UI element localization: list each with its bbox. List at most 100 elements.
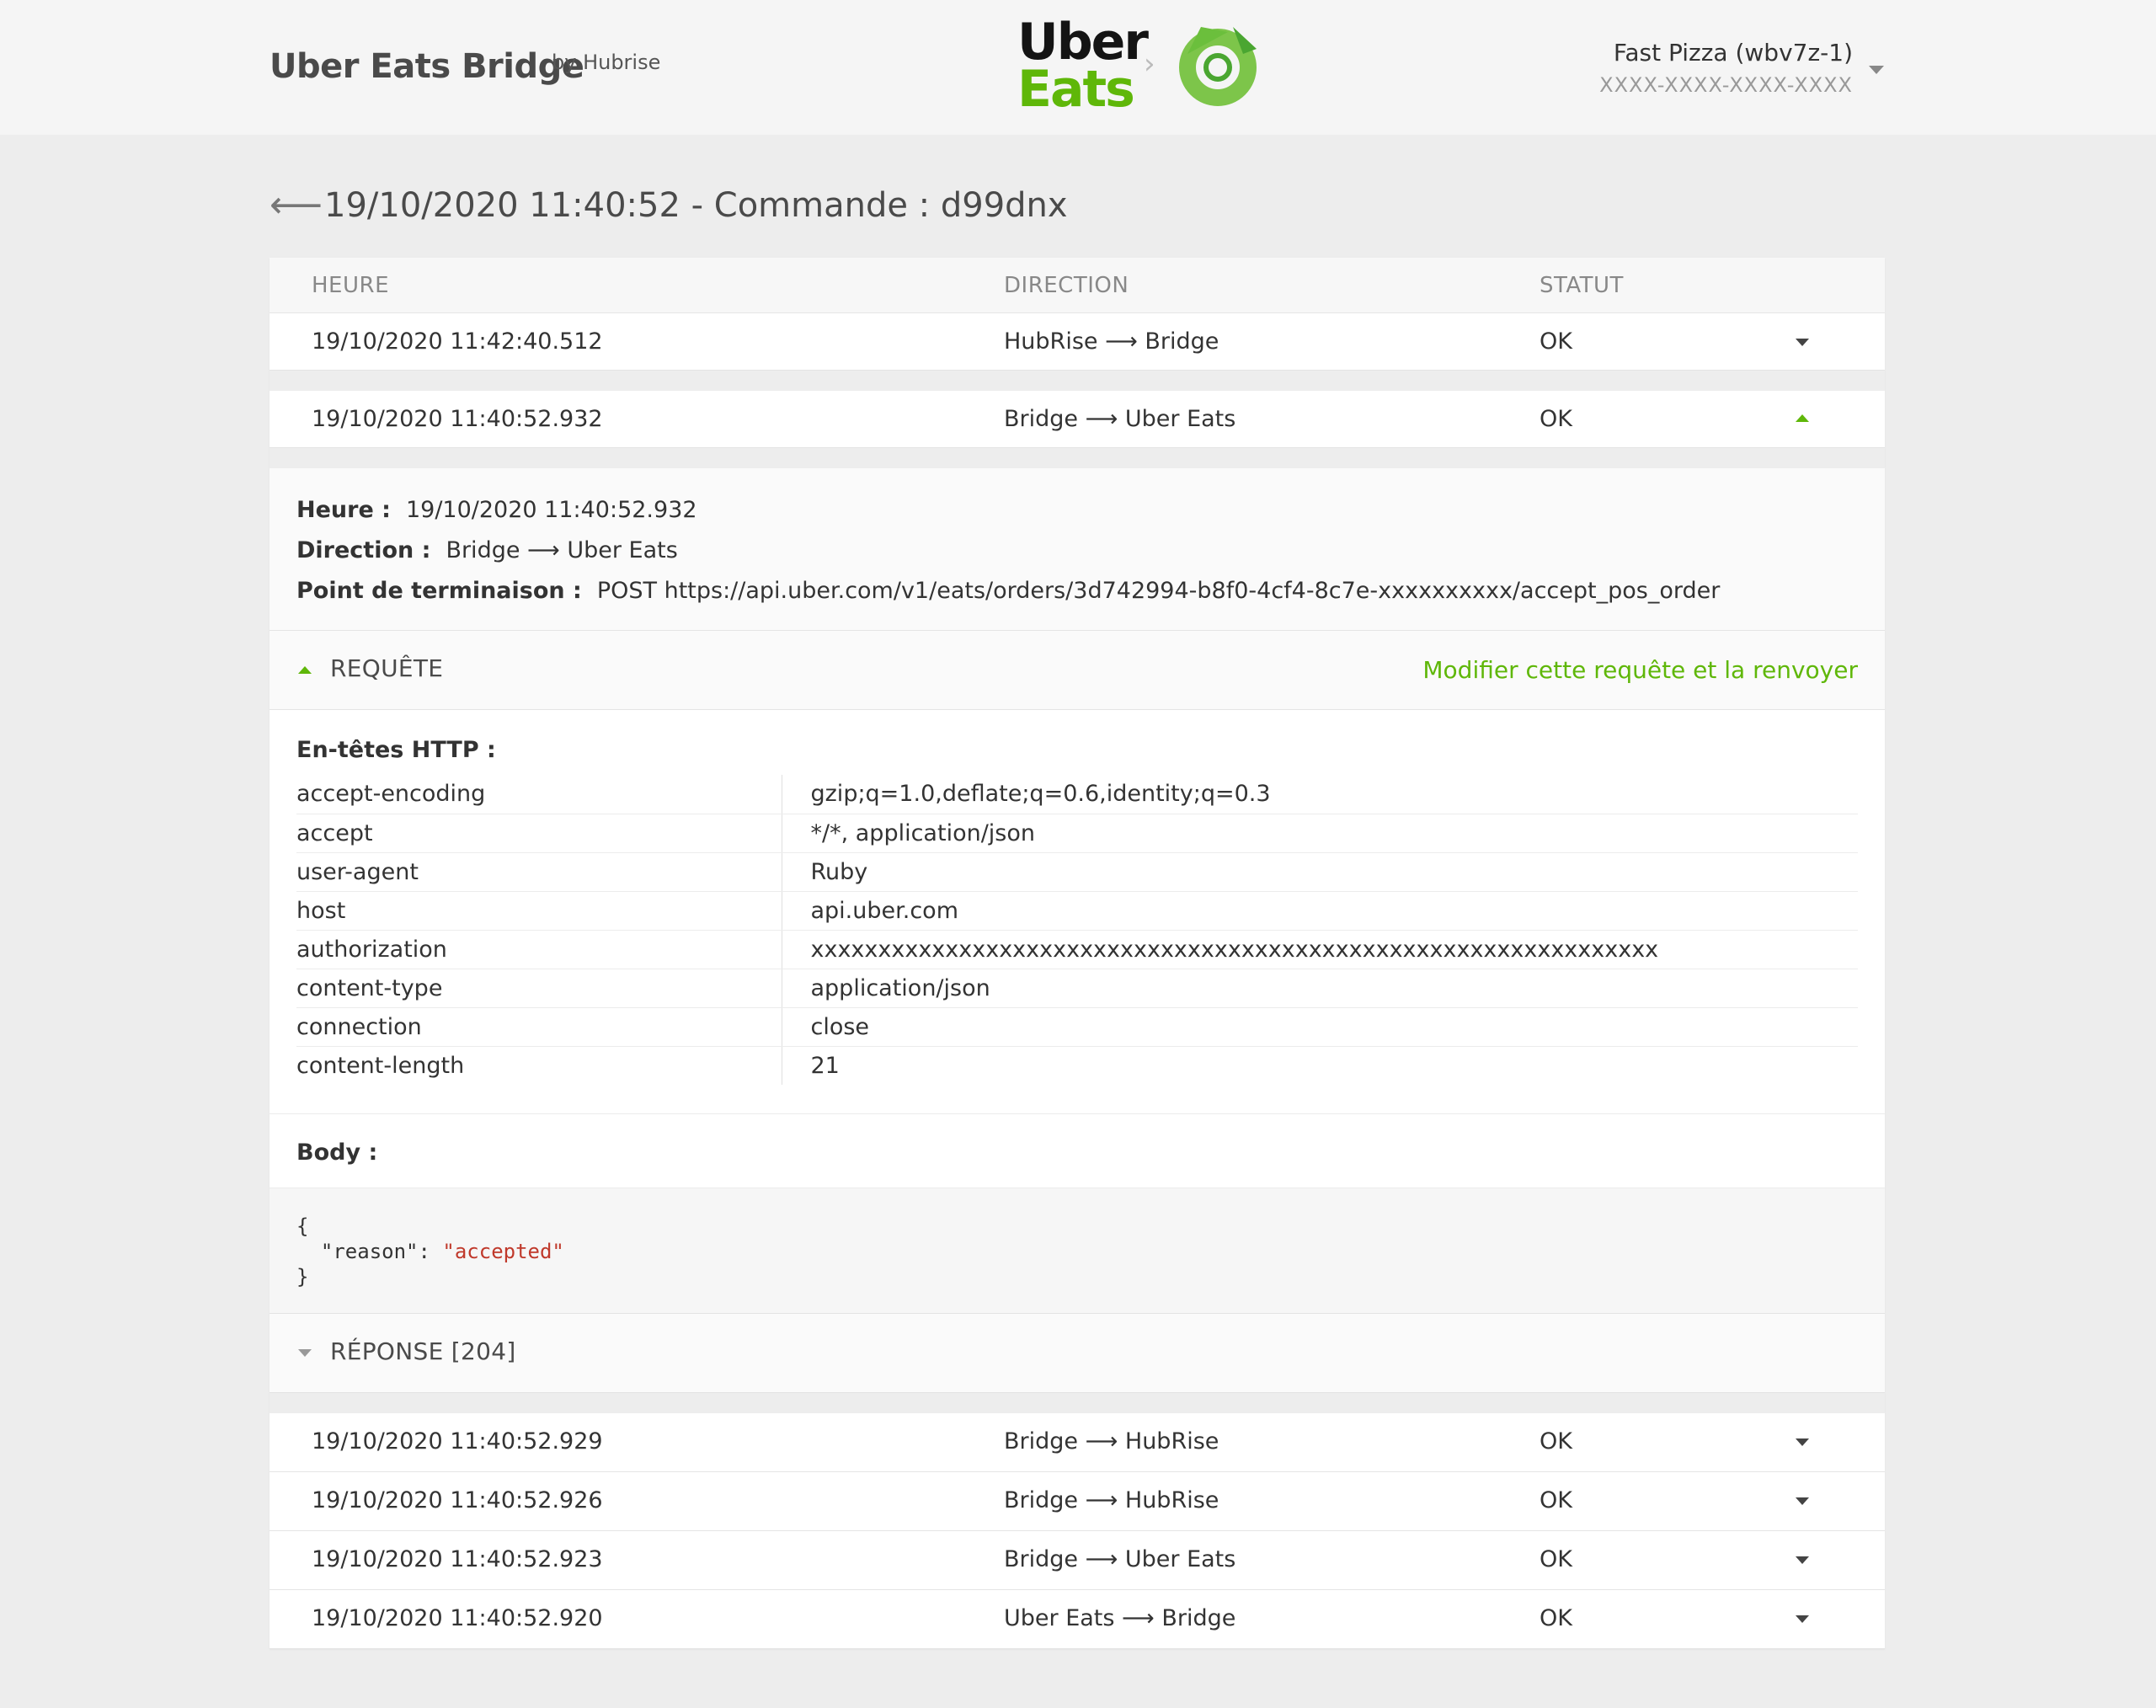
column-header-status: STATUT [1540, 273, 1624, 298]
header-key: host [296, 891, 782, 931]
caret-up-icon[interactable] [298, 666, 312, 674]
json-open: { [296, 1214, 309, 1238]
column-header-direction: DIRECTION [1004, 273, 1129, 298]
caret-down-icon[interactable] [1869, 66, 1884, 74]
chevron-right-icon: › [1144, 47, 1155, 81]
account-selector[interactable]: Fast Pizza (wbv7z-1) XXXX-XXXX-XXXX-XXXX [1583, 39, 1853, 97]
detail-time-value: 19/10/2020 11:40:52.932 [405, 497, 697, 523]
header-value: Ruby [782, 852, 1858, 892]
row-direction: Uber Eats ⟶ Bridge [1004, 1605, 1236, 1631]
account-name[interactable]: Fast Pizza (wbv7z-1) [1583, 39, 1853, 67]
detail-direction: Direction : Bridge ⟶ Uber Eats [296, 531, 1858, 571]
column-header-time: HEURE [312, 273, 390, 298]
caret-down-icon[interactable] [1796, 1556, 1809, 1564]
table-row[interactable]: 19/10/2020 11:42:40.512 HubRise ⟶ Bridge… [270, 313, 1885, 371]
detail-endpoint-label: Point de terminaison : [296, 578, 582, 604]
row-status: OK [1540, 1546, 1572, 1572]
app-by-line: by Hubrise [552, 51, 661, 74]
row-gap [270, 371, 1885, 391]
row-time: 19/10/2020 11:40:52.926 [312, 1487, 603, 1513]
detail-time: Heure : 19/10/2020 11:40:52.932 [296, 490, 1858, 531]
header-key: user-agent [296, 852, 782, 892]
header-key: connection [296, 1007, 782, 1047]
header-row: user-agent Ruby [296, 852, 1858, 892]
header-key: content-length [296, 1046, 782, 1085]
row-time: 19/10/2020 11:40:52.932 [312, 406, 603, 432]
json-key: "reason": [296, 1240, 443, 1263]
detail-meta: Heure : 19/10/2020 11:40:52.932 Direction… [270, 468, 1885, 630]
request-section-label[interactable]: REQUÊTE [330, 654, 443, 682]
row-status: OK [1540, 406, 1572, 432]
header-row: accept */*, application/json [296, 814, 1858, 853]
table-row[interactable]: 19/10/2020 11:40:52.929 Bridge ⟶ HubRise… [270, 1413, 1885, 1472]
row-status: OK [1540, 1605, 1572, 1631]
header-value: xxxxxxxxxxxxxxxxxxxxxxxxxxxxxxxxxxxxxxxx… [782, 930, 1858, 969]
json-string-value: "accepted" [442, 1240, 564, 1263]
uber-eats-logo-line1: Uber [1017, 13, 1149, 72]
row-time: 19/10/2020 11:40:52.920 [312, 1605, 603, 1631]
header-row: content-type application/json [296, 969, 1858, 1008]
header-value: api.uber.com [782, 891, 1858, 931]
table-row-expanded[interactable]: 19/10/2020 11:40:52.932 Bridge ⟶ Uber Ea… [270, 391, 1885, 448]
edit-and-resend-link[interactable]: Modifier cette requête et la renvoyer [1422, 656, 1858, 684]
row-gap [270, 1393, 1885, 1413]
response-section-toggle[interactable]: RÉPONSE [204] [270, 1313, 1885, 1392]
caret-up-icon[interactable] [1796, 414, 1809, 422]
detail-direction-label: Direction : [296, 537, 431, 563]
detail-endpoint-value: POST https://api.uber.com/v1/eats/orders… [596, 578, 1721, 604]
header-row: connection close [296, 1007, 1858, 1047]
row-direction: Bridge ⟶ Uber Eats [1004, 1546, 1236, 1572]
row-direction: HubRise ⟶ Bridge [1004, 328, 1219, 355]
table-header: HEURE DIRECTION STATUT [270, 258, 1885, 313]
header-row: content-length 21 [296, 1046, 1858, 1085]
caret-down-icon[interactable] [298, 1349, 312, 1357]
caret-down-icon[interactable] [1796, 339, 1809, 346]
header-value: */*, application/json [782, 814, 1858, 853]
body-title: Body : [270, 1113, 1885, 1188]
caret-down-icon[interactable] [1796, 1438, 1809, 1446]
header-value: 21 [810, 1052, 840, 1079]
response-section-label[interactable]: RÉPONSE [204] [330, 1337, 516, 1365]
table-row[interactable]: 19/10/2020 11:40:52.923 Bridge ⟶ Uber Ea… [270, 1531, 1885, 1590]
header-value: gzip;q=1.0,deflate;q=0.6,identity;q=0.3 [782, 775, 1858, 814]
request-section-toggle[interactable]: REQUÊTE Modifier cette requête et la ren… [270, 630, 1885, 709]
header-key: accept-encoding [296, 775, 782, 814]
row-time: 19/10/2020 11:40:52.923 [312, 1546, 603, 1572]
detail-time-label: Heure : [296, 497, 391, 523]
row-status: OK [1540, 1487, 1572, 1513]
app-title: Uber Eats Bridge [270, 47, 584, 86]
json-body: { "reason": "accepted" } [270, 1188, 1885, 1313]
http-headers-table: accept-encoding gzip;q=1.0,deflate;q=0.6… [296, 775, 1858, 1085]
request-body: En-têtes HTTP : accept-encoding gzip;q=1… [270, 709, 1885, 1313]
header-key: authorization [296, 930, 782, 969]
table-row[interactable]: 19/10/2020 11:40:52.920 Uber Eats ⟶ Brid… [270, 1590, 1885, 1649]
header-row: accept-encoding gzip;q=1.0,deflate;q=0.6… [296, 775, 1858, 814]
row-time: 19/10/2020 11:42:40.512 [312, 328, 603, 355]
log-table: HEURE DIRECTION STATUT 19/10/2020 11:42:… [270, 258, 1885, 1649]
header-value: application/json [782, 969, 1858, 1008]
hubrise-logo [1179, 27, 1257, 106]
json-close: } [296, 1265, 309, 1289]
caret-down-icon[interactable] [1796, 1497, 1809, 1505]
header-row: authorization xxxxxxxxxxxxxxxxxxxxxxxxxx… [296, 930, 1858, 969]
row-direction: Bridge ⟶ Uber Eats [1004, 406, 1236, 432]
arrow-left-icon[interactable]: ⟵ [270, 185, 323, 226]
row-status: OK [1540, 1428, 1572, 1454]
header-row: host api.uber.com [296, 891, 1858, 931]
detail-direction-value: Bridge ⟶ Uber Eats [446, 537, 678, 563]
row-direction: Bridge ⟶ HubRise [1004, 1487, 1219, 1513]
caret-down-icon[interactable] [1796, 1615, 1809, 1623]
row-gap [270, 448, 1885, 468]
header-key: accept [296, 814, 782, 853]
header-key: content-type [296, 969, 782, 1008]
uber-eats-logo-line2: Eats [1017, 60, 1135, 119]
row-direction: Bridge ⟶ HubRise [1004, 1428, 1219, 1454]
table-row[interactable]: 19/10/2020 11:40:52.926 Bridge ⟶ HubRise… [270, 1472, 1885, 1531]
detail-endpoint: Point de terminaison : POST https://api.u… [296, 571, 1858, 611]
row-time: 19/10/2020 11:40:52.929 [312, 1428, 603, 1454]
request-detail-panel: Heure : 19/10/2020 11:40:52.932 Direction… [270, 468, 1885, 1393]
account-key: XXXX-XXXX-XXXX-XXXX [1599, 73, 1853, 97]
row-status: OK [1540, 328, 1572, 355]
top-bar: Uber Eats Bridge by Hubrise Uber Eats › … [0, 0, 2156, 135]
